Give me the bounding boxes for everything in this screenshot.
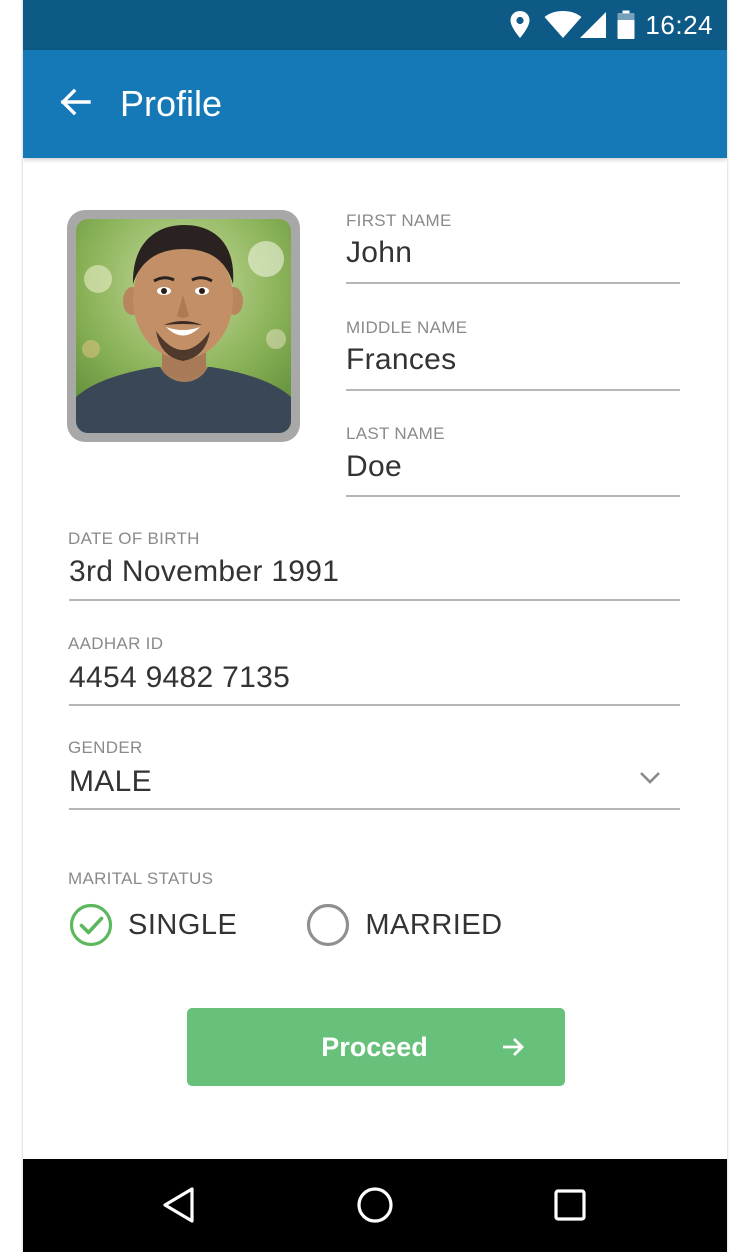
radio-single[interactable]: SINGLE bbox=[69, 903, 237, 947]
marital-status-label: MARITAL STATUS bbox=[68, 869, 214, 888]
status-icons: 16:24 bbox=[509, 0, 713, 50]
gender-label: GENDER bbox=[68, 738, 143, 757]
date-of-birth-underline bbox=[69, 599, 680, 601]
first-name-input[interactable]: John bbox=[346, 236, 412, 270]
arrow-right-icon bbox=[501, 1036, 525, 1063]
marital-status-options: SINGLE MARRIED bbox=[69, 902, 503, 948]
married-label: MARRIED bbox=[365, 908, 503, 941]
last-name-field[interactable]: LAST NAME Doe bbox=[346, 424, 680, 499]
chevron-down-icon[interactable] bbox=[638, 770, 662, 791]
middle-name-field[interactable]: MIDDLE NAME Frances bbox=[346, 318, 680, 393]
nav-back-button[interactable] bbox=[154, 1182, 204, 1232]
nav-recents-button[interactable] bbox=[545, 1182, 595, 1232]
battery-icon bbox=[617, 10, 635, 40]
aadhar-id-input[interactable]: 4454 9482 7135 bbox=[69, 661, 290, 695]
gender-selected-value[interactable]: MALE bbox=[69, 765, 152, 799]
proceed-button[interactable]: Proceed bbox=[187, 1008, 565, 1086]
home-circle-icon bbox=[356, 1186, 394, 1229]
status-bar: 16:24 bbox=[23, 0, 727, 50]
avatar[interactable] bbox=[67, 210, 300, 442]
date-of-birth-label: DATE OF BIRTH bbox=[68, 529, 200, 548]
checked-circle-icon bbox=[69, 903, 113, 947]
last-name-underline bbox=[346, 495, 680, 497]
gender-dropdown[interactable]: GENDER MALE bbox=[68, 738, 680, 813]
middle-name-label: MIDDLE NAME bbox=[346, 318, 468, 337]
nav-home-button[interactable] bbox=[350, 1182, 400, 1232]
date-of-birth-input[interactable]: 3rd November 1991 bbox=[69, 555, 339, 589]
page-title: Profile bbox=[120, 83, 223, 124]
aadhar-id-field[interactable]: AADHAR ID 4454 9482 7135 bbox=[68, 634, 680, 709]
first-name-label: FIRST NAME bbox=[346, 211, 452, 230]
app-bar: Profile bbox=[23, 50, 727, 158]
first-name-underline bbox=[346, 282, 680, 284]
wifi-icon bbox=[544, 11, 582, 39]
status-time: 16:24 bbox=[645, 9, 713, 40]
back-button[interactable] bbox=[53, 82, 97, 126]
date-of-birth-field[interactable]: DATE OF BIRTH 3rd November 1991 bbox=[68, 529, 680, 604]
phone-screen: 16:24 Profile FIRST NAME John MIDDLE NAM… bbox=[23, 0, 727, 1252]
back-triangle-icon bbox=[161, 1186, 197, 1229]
gender-underline bbox=[69, 808, 680, 810]
last-name-label: LAST NAME bbox=[346, 424, 445, 443]
aadhar-id-label: AADHAR ID bbox=[68, 634, 164, 653]
navigation-bar bbox=[23, 1159, 727, 1252]
profile-photo bbox=[76, 219, 291, 433]
radio-married[interactable]: MARRIED bbox=[306, 903, 502, 947]
arrow-left-icon bbox=[59, 88, 91, 121]
first-name-field[interactable]: FIRST NAME John bbox=[346, 211, 680, 286]
recents-square-icon bbox=[553, 1188, 587, 1227]
middle-name-input[interactable]: Frances bbox=[346, 343, 456, 377]
signal-icon bbox=[579, 11, 607, 39]
location-icon bbox=[509, 10, 531, 40]
middle-name-underline bbox=[346, 389, 680, 391]
last-name-input[interactable]: Doe bbox=[346, 450, 402, 484]
unchecked-circle-icon bbox=[306, 903, 350, 947]
single-label: SINGLE bbox=[128, 908, 238, 941]
aadhar-id-underline bbox=[69, 704, 680, 706]
